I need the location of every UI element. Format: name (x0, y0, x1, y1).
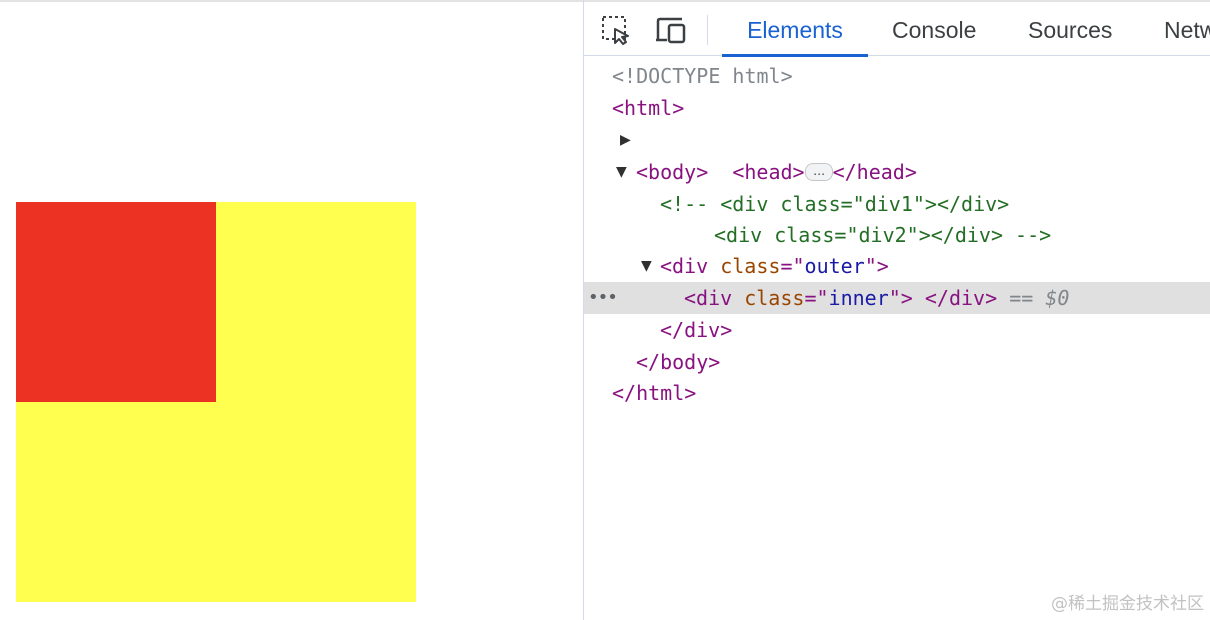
inner-div-close-bracket: "> (888, 286, 913, 310)
outer-div-close-bracket: "> (864, 254, 889, 278)
expand-triangle-icon[interactable]: ▶ (620, 124, 636, 156)
devtools-toolbar: Elements Console Sources Netw (584, 0, 1210, 57)
inner-div-attr-value: inner (828, 286, 889, 310)
outer-div-attr-value: outer (804, 254, 865, 278)
more-options-icon[interactable]: ••• (588, 282, 618, 314)
body-close-tag: </body> (636, 350, 721, 374)
tab-elements[interactable]: Elements (722, 2, 868, 57)
device-toolbar-icon[interactable] (655, 14, 687, 46)
inner-div-text (913, 286, 925, 310)
div-close-tag: </div> (660, 318, 733, 342)
toolbar-separator (707, 15, 708, 45)
inner-div-red (16, 202, 216, 402)
dom-node-body-close[interactable]: </body> (584, 346, 1210, 378)
doctype-text: <!DOCTYPE html> (612, 64, 793, 88)
dom-node-outer-div-close[interactable]: </div> (584, 314, 1210, 346)
dom-node-inner-div-selected[interactable]: ••• <div class="inner"> </div> == $0 (584, 282, 1210, 314)
dom-node-outer-div[interactable]: ▼ <div class="outer"> (584, 250, 1210, 282)
inspect-element-icon[interactable] (600, 14, 632, 46)
outer-div-open: <div (660, 254, 709, 278)
comment-line-2: <div class="div2"></div> --> (714, 223, 1052, 247)
dom-node-body[interactable]: ▼ <body> (584, 156, 1210, 188)
outer-div-eq: =" (780, 254, 805, 278)
dom-node-head[interactable]: ▶ <head>… </head> (584, 124, 1210, 184)
watermark-text: @稀土掘金技术社区 (1051, 594, 1204, 614)
collapse-triangle-icon[interactable]: ▼ (641, 250, 657, 282)
selection-marker: == (1009, 286, 1034, 310)
dom-node-html-close[interactable]: </html> (584, 377, 1210, 409)
tab-sources[interactable]: Sources (1028, 2, 1112, 56)
outer-div-attr-name: class (720, 254, 781, 278)
dom-node-html[interactable]: <html> (584, 92, 1210, 124)
dom-node-comment[interactable]: <!-- <div class="div1"></div> (584, 188, 1210, 220)
inner-div-attr-name: class (744, 286, 805, 310)
page-viewport (0, 0, 583, 620)
outer-div-yellow (16, 202, 416, 602)
html-close-tag: </html> (612, 381, 697, 405)
tab-console[interactable]: Console (892, 2, 976, 56)
devtools-panel: Elements Console Sources Netw <!DOCTYPE … (583, 0, 1210, 620)
dom-node-comment-continued: <div class="div2"></div> --> (584, 219, 1210, 251)
collapse-triangle-icon[interactable]: ▼ (616, 156, 632, 188)
console-ref-dollar0: $0 (1045, 286, 1070, 310)
html-open-tag: <html> (612, 96, 685, 120)
inner-div-open: <div (684, 286, 733, 310)
tab-network[interactable]: Netw (1164, 2, 1210, 56)
inner-div-end-tag: </div> (924, 286, 998, 310)
body-open-tag: <body> (636, 160, 709, 184)
inner-div-eq: =" (804, 286, 829, 310)
comment-line-1: <!-- <div class="div1"></div> (660, 192, 1010, 216)
dom-node-doctype[interactable]: <!DOCTYPE html> (584, 60, 1210, 92)
